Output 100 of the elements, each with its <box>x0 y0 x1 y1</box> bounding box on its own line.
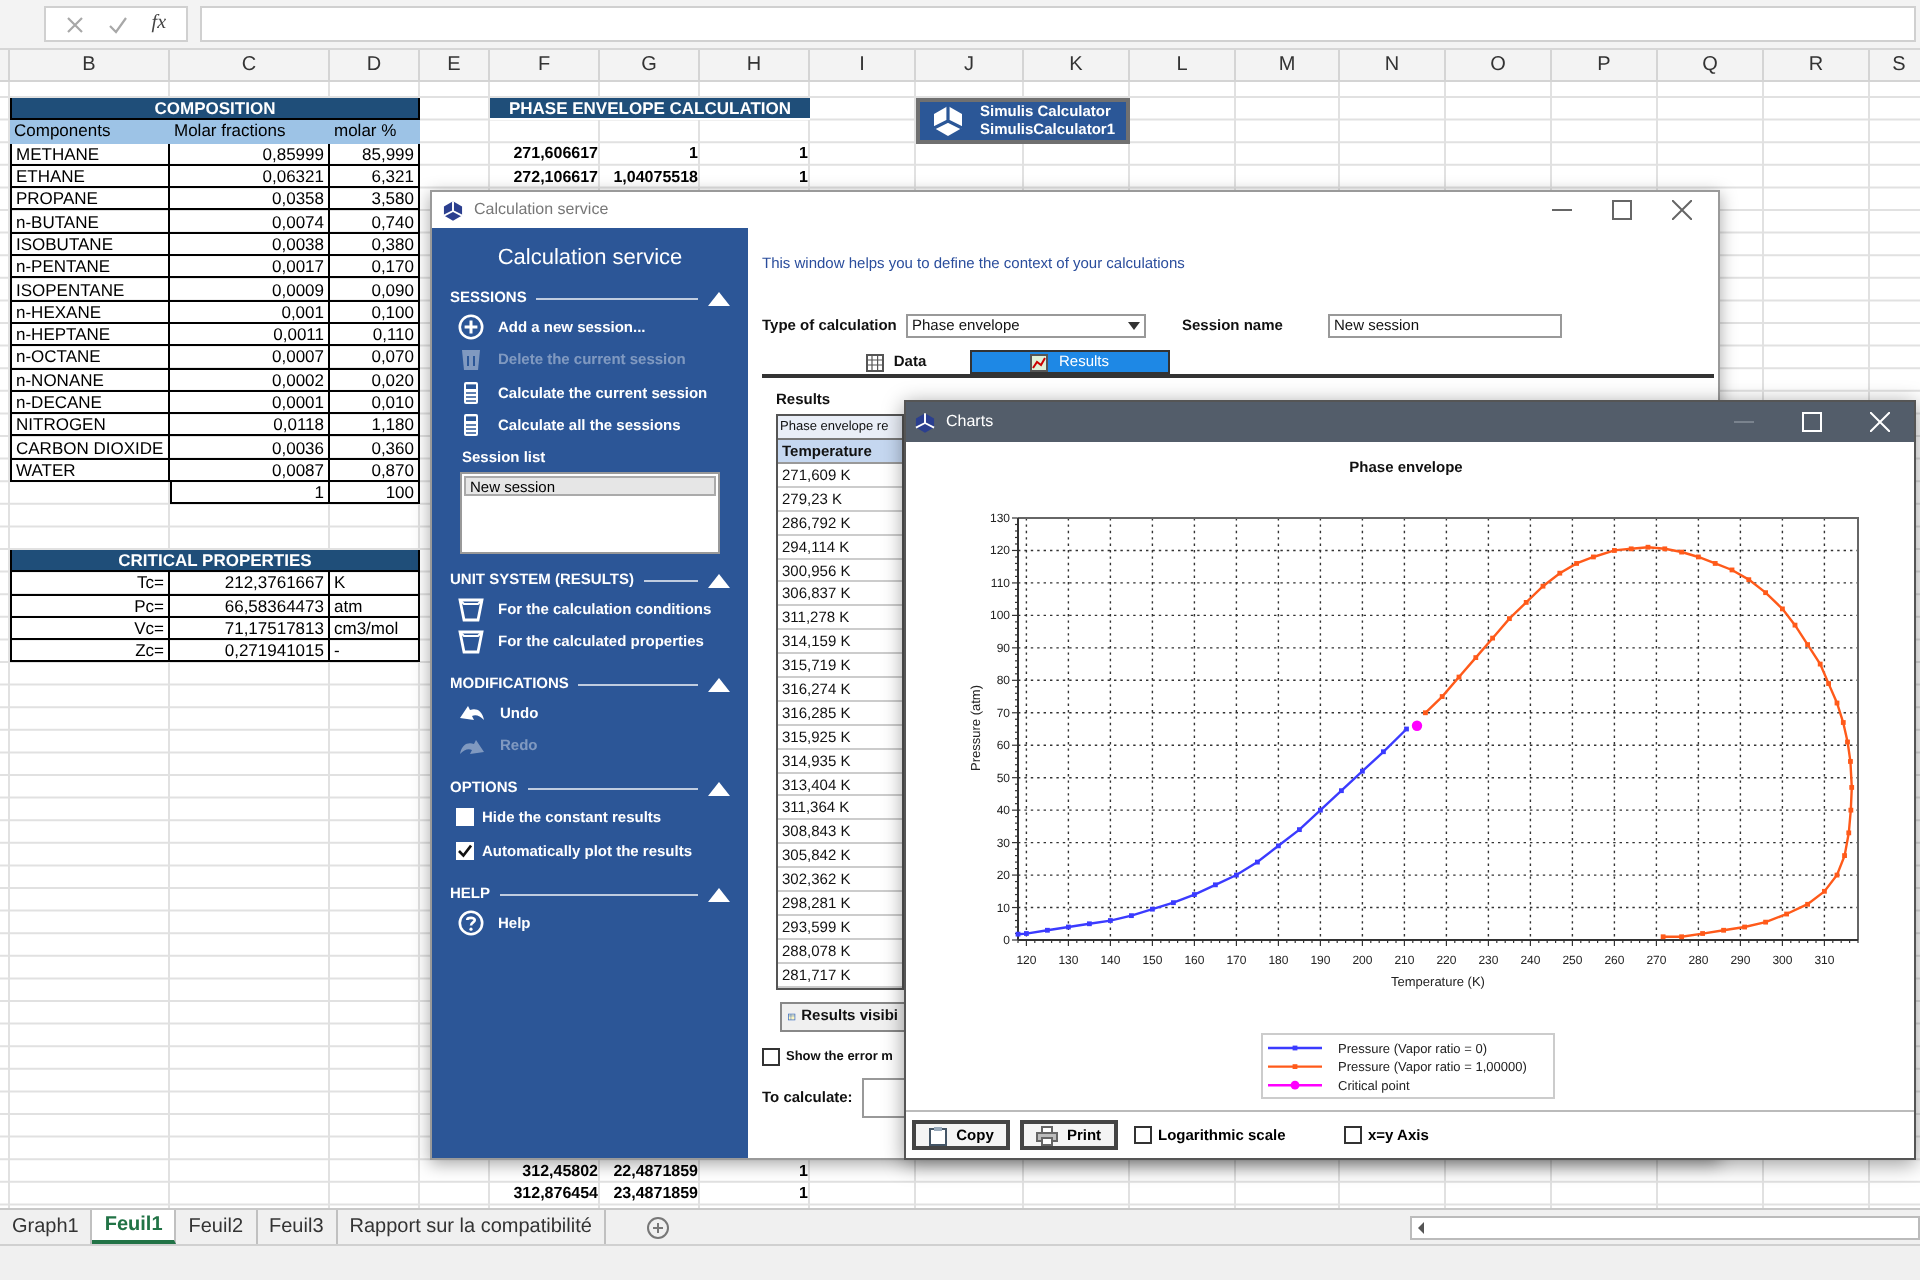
legend-swatch <box>1268 1080 1322 1090</box>
close-icon[interactable] <box>1672 200 1692 220</box>
point <box>1662 546 1668 552</box>
table-title: COMPOSITION <box>10 98 420 121</box>
table-cell: 100 <box>330 482 420 505</box>
table-cell: 0,380 <box>330 233 420 257</box>
table-cell: 0,271941015 <box>170 640 330 663</box>
table-cell: Zc= <box>10 640 170 663</box>
table-cell-text: 1 <box>797 1159 810 1183</box>
data-point <box>1411 720 1423 731</box>
table-cell: 0,170 <box>330 256 420 279</box>
sheet-tab[interactable]: Feuil1 <box>92 1210 177 1244</box>
column-header[interactable]: S <box>1870 50 1920 82</box>
column-header[interactable]: O <box>1446 50 1552 82</box>
table-cell: 0,740 <box>330 210 420 234</box>
table-cell: ISOPENTANE <box>10 278 170 302</box>
insert-function-button[interactable]: fx <box>151 14 167 34</box>
bucket-icon <box>458 595 484 622</box>
table-cell-text: 22,4871859 <box>611 1159 700 1183</box>
column-header[interactable]: B <box>10 50 170 82</box>
collapse-icon[interactable] <box>708 887 730 901</box>
table-cell: 0,85999 <box>170 143 330 166</box>
add-sheet-icon[interactable] <box>645 1215 670 1239</box>
table-cell: 0,0017 <box>170 256 330 279</box>
table-cell: Tc= <box>10 572 170 596</box>
table-cell: 0,0087 <box>170 459 330 483</box>
table-cell-text: 23,4871859 <box>611 1182 700 1206</box>
table-cell: n-BUTANE <box>10 210 170 234</box>
table-title: PHASE ENVELOPE CALCULATION <box>490 98 810 121</box>
window-title: Calculation service <box>474 198 609 222</box>
table-cell: ETHANE <box>10 165 170 189</box>
table-cell: atm <box>330 595 420 618</box>
column-header[interactable]: M <box>1236 50 1340 82</box>
collapse-icon[interactable] <box>708 677 730 691</box>
point <box>1848 807 1854 813</box>
table-cell: PROPANE <box>10 188 170 211</box>
check-icon <box>458 844 472 858</box>
formula-input[interactable] <box>200 6 1916 42</box>
window-title: Charts <box>946 410 994 434</box>
column-header[interactable]: C <box>170 50 330 82</box>
column-header[interactable]: K <box>1024 50 1130 82</box>
column-header[interactable]: R <box>1764 50 1870 82</box>
table-cell: CARBON DIOXIDE <box>10 436 170 460</box>
column-header[interactable]: G <box>600 50 700 82</box>
point <box>1846 830 1852 836</box>
horizontal-scrollbar[interactable] <box>1410 1215 1920 1239</box>
maximize-icon[interactable] <box>1612 200 1632 220</box>
table-cell: 66,58364473 <box>170 595 330 618</box>
table-cell: 0,870 <box>330 459 420 483</box>
table-cell: 0,0009 <box>170 278 330 302</box>
table-cell: 0,0118 <box>170 414 330 437</box>
checkbox[interactable] <box>1134 1126 1152 1144</box>
collapse-icon[interactable] <box>708 573 730 587</box>
table-cell: 0,001 <box>170 301 330 324</box>
table-cell: 0,0007 <box>170 346 330 370</box>
table-cell: 1 <box>170 482 330 505</box>
calculator-icon <box>458 379 484 406</box>
table-cell: 3,580 <box>330 188 420 211</box>
column-header: Components <box>10 120 170 144</box>
table-cell: ISOBUTANE <box>10 233 170 257</box>
point <box>1628 546 1634 552</box>
table-cell: 0,0074 <box>170 210 330 234</box>
collapse-icon[interactable] <box>708 291 730 305</box>
table-cell: n-HEPTANE <box>10 323 170 347</box>
chart-icon <box>1030 353 1049 371</box>
table-cell-text: 1 <box>797 143 810 166</box>
table-cell: 0,0038 <box>170 233 330 257</box>
table-cell: 0,0001 <box>170 391 330 415</box>
table-cell: 6,321 <box>330 165 420 189</box>
checkbox[interactable] <box>1344 1126 1362 1144</box>
collapse-icon[interactable] <box>708 781 730 795</box>
table-cell-text: 1,04075518 <box>611 165 700 189</box>
table-cell: n-PENTANE <box>10 256 170 279</box>
column-header[interactable]: D <box>330 50 420 82</box>
table-cell: n-OCTANE <box>10 346 170 370</box>
column-header[interactable]: P <box>1552 50 1658 82</box>
checkbox[interactable] <box>762 1048 780 1067</box>
column-header[interactable]: E <box>420 50 490 82</box>
column-header[interactable]: I <box>810 50 916 82</box>
printer-icon <box>1036 1125 1059 1145</box>
column-header[interactable]: H <box>700 50 810 82</box>
point <box>1746 577 1752 583</box>
input-field[interactable] <box>862 1077 906 1118</box>
sidebar-title: Calculation service <box>495 244 685 272</box>
table-cell: 0,010 <box>330 391 420 415</box>
table-cell: - <box>330 640 420 663</box>
column-header: molar % <box>330 120 420 144</box>
column-header[interactable]: Q <box>1658 50 1764 82</box>
column-header[interactable]: F <box>490 50 600 82</box>
column-header[interactable]: J <box>916 50 1024 82</box>
table-cell: 0,0002 <box>170 369 330 392</box>
legend-swatch <box>1268 1045 1322 1051</box>
table-cell-text: 1 <box>797 165 810 189</box>
table-cell: 0,090 <box>330 278 420 302</box>
column-header[interactable]: L <box>1130 50 1236 82</box>
checkbox[interactable] <box>456 842 474 860</box>
column-header[interactable]: N <box>1340 50 1446 82</box>
legend-swatch <box>1268 1064 1322 1069</box>
point <box>1557 570 1563 576</box>
app-logo-icon <box>442 199 464 221</box>
